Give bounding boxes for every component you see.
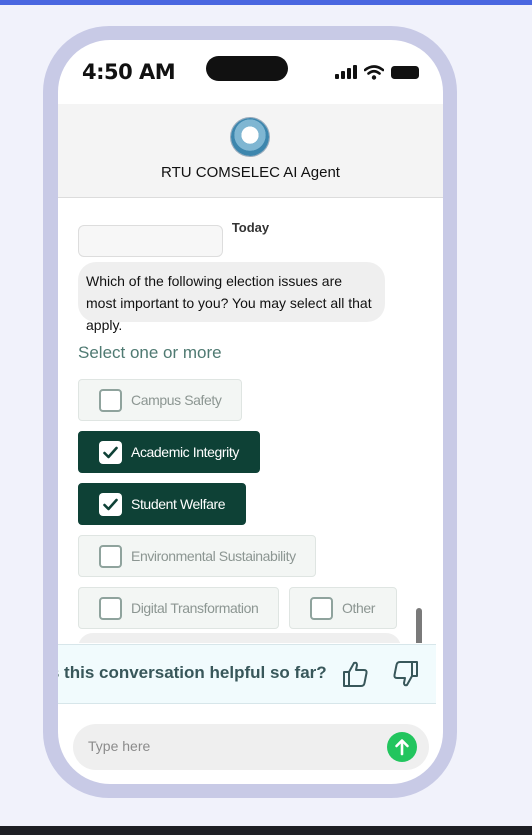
status-icons [335,64,419,80]
option-label: Academic Integrity [131,444,239,460]
dynamic-island [206,56,288,81]
checkbox-icon [99,544,122,568]
signal-icon [335,65,357,79]
message-input[interactable]: Type here [73,724,429,770]
checkbox-icon [310,596,333,620]
select-hint: Select one or more [78,343,222,362]
option-campus-safety[interactable]: Campus Safety [78,379,242,421]
comselec-logo [231,118,269,156]
wifi-icon [364,64,384,80]
feedback-question: Was this conversation helpful so far? [58,663,327,682]
option-digital-transformation[interactable]: Digital Transformation [78,587,279,629]
option-label: Student Welfare [131,496,226,512]
checkmark-icon [99,492,122,516]
checkbox-icon [99,596,122,620]
option-student-welfare[interactable]: Student Welfare [78,483,246,525]
thumbs-up-icon[interactable] [340,659,370,689]
top-accent-strip [0,0,532,5]
bot-message: Which of the following election issues a… [78,262,385,333]
input-placeholder: Type here [88,738,151,754]
header-title: RTU COMSELEC AI Agent [161,164,340,181]
send-button[interactable] [387,732,417,762]
option-label: Environmental Sustainability [131,548,296,564]
option-label: Digital Transformation [131,600,259,616]
thumbs-down-icon[interactable] [391,659,421,689]
checkbox-icon [99,388,122,412]
option-label: Other [342,600,376,616]
phone-screen: 4:50 AM RTU COMSELEC AI Agent Today Whic… [58,40,443,784]
bottom-strip [0,826,532,835]
next-message-fragment [78,633,401,643]
status-time: 4:50 AM [82,60,176,84]
day-label: Today [231,220,270,235]
battery-icon [391,65,419,79]
chat-area[interactable]: Today Which of the following election is… [58,198,443,643]
scrollbar[interactable] [416,608,422,643]
checkmark-icon [99,440,122,464]
chat-header: RTU COMSELEC AI Agent [58,104,443,198]
option-academic-integrity[interactable]: Academic Integrity [78,431,260,473]
option-other[interactable]: Other [289,587,397,629]
option-environmental-sustainability[interactable]: Environmental Sustainability [78,535,316,577]
feedback-bar: Was this conversation helpful so far? [58,644,436,704]
arrow-up-icon [395,739,409,756]
option-label: Campus Safety [131,392,222,408]
